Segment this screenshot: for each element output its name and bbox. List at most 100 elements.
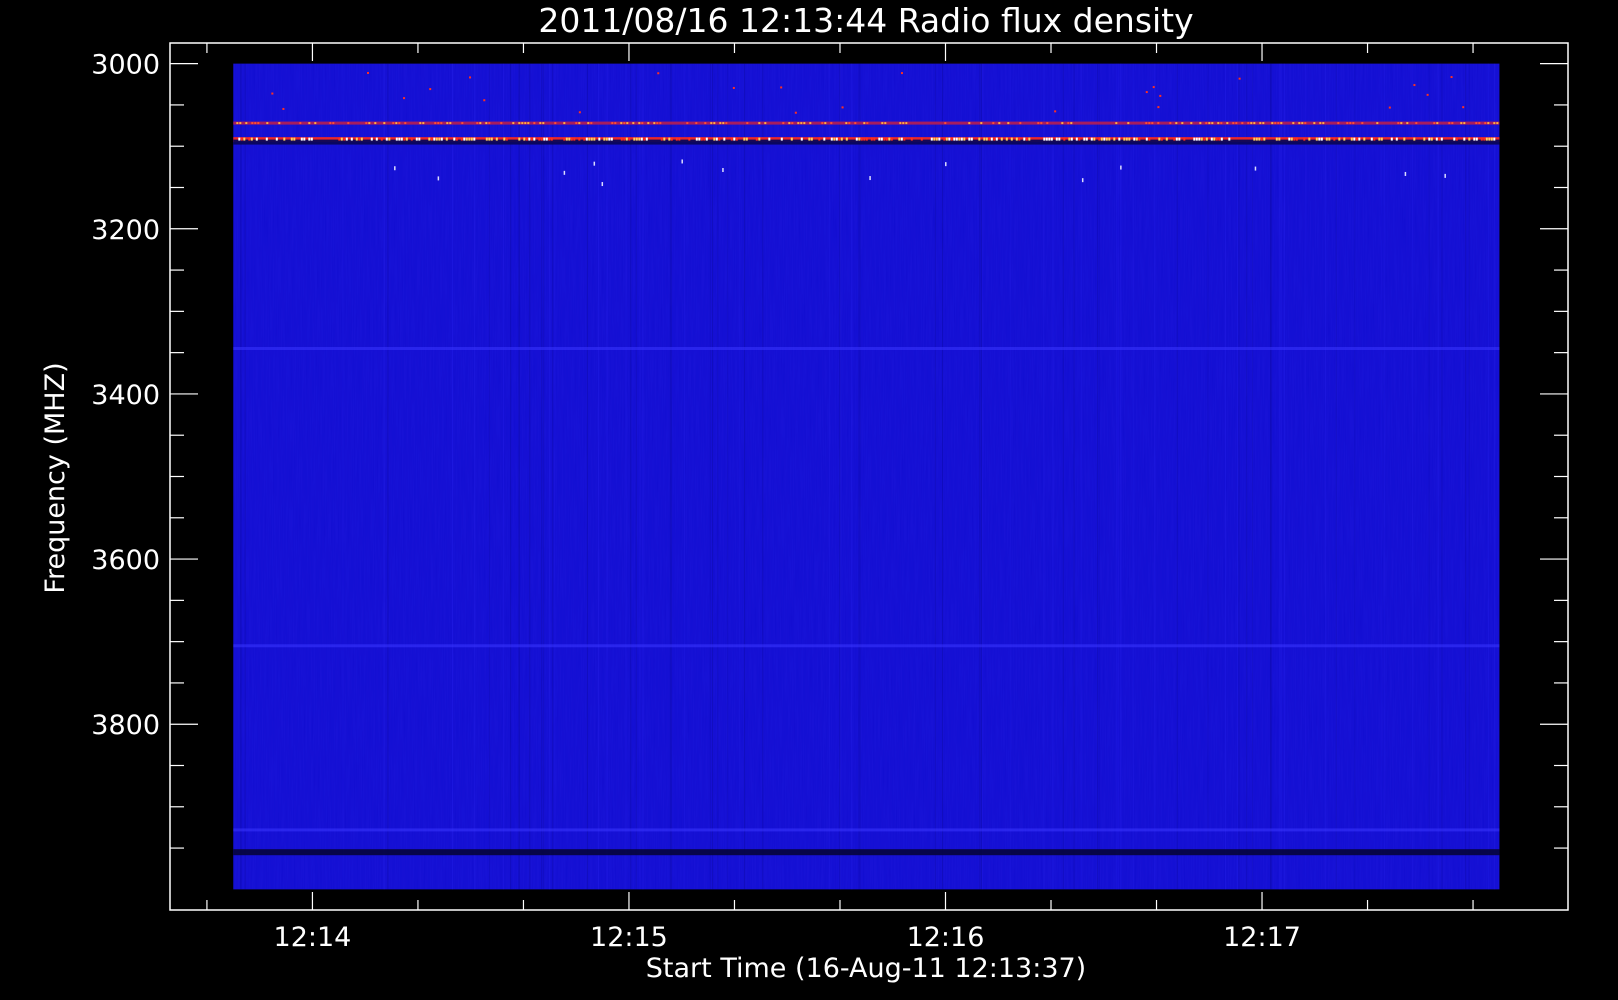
band-speckle	[1247, 122, 1250, 125]
band-speckle	[830, 137, 833, 141]
striation	[979, 63, 981, 890]
band-speckle	[863, 122, 866, 125]
band-speckle	[1218, 137, 1221, 141]
band-speckle	[248, 137, 251, 141]
band-speckle	[1343, 137, 1346, 141]
band-speckle	[1370, 137, 1373, 141]
band-speckle	[700, 137, 703, 141]
band-speckle	[524, 122, 527, 125]
striation	[1354, 63, 1356, 890]
band-speckle	[1226, 122, 1229, 125]
band-speckle	[266, 122, 269, 125]
band-speckle	[858, 137, 861, 141]
band-speckle	[449, 122, 452, 125]
striation	[488, 63, 490, 890]
band-speckle	[955, 137, 958, 141]
band-speckle	[1259, 122, 1262, 125]
band-speckle	[358, 137, 361, 141]
spike-dot	[271, 92, 274, 95]
band-speckle	[1440, 137, 1443, 141]
band-speckle	[791, 122, 794, 125]
band-speckle	[1378, 137, 1381, 141]
chart-title: 2011/08/16 12:13:44 Radio flux density	[538, 1, 1193, 40]
band-speckle	[803, 122, 806, 125]
band-speckle	[1213, 137, 1216, 141]
band-speckle	[533, 137, 536, 141]
band-speckle	[835, 137, 838, 141]
band-speckle	[1485, 137, 1488, 141]
striation	[642, 63, 644, 890]
band-speckle	[418, 137, 421, 141]
band-speckle	[1423, 137, 1426, 141]
band-speckle	[1007, 122, 1010, 125]
band-speckle	[746, 122, 749, 125]
band-speckle	[808, 137, 811, 141]
band-speckle	[663, 137, 666, 141]
band-speckle	[1275, 137, 1278, 141]
striation	[1380, 63, 1382, 890]
spectrogram-band	[233, 849, 1500, 856]
band-speckle	[933, 137, 936, 141]
band-speckle	[764, 122, 767, 125]
band-speckle	[400, 137, 403, 141]
spectrogram-image	[233, 63, 1500, 890]
band-speckle	[1135, 137, 1138, 141]
band-speckle	[1157, 122, 1160, 125]
striation	[709, 63, 711, 890]
band-speckle	[1028, 137, 1031, 141]
band-speckle	[1496, 122, 1499, 125]
band-speckle	[745, 137, 748, 141]
band-speckle	[678, 137, 681, 141]
band-speckle	[1108, 137, 1111, 141]
band-speckle	[943, 137, 946, 141]
band-speckle	[1390, 137, 1393, 141]
striation	[606, 63, 608, 890]
band-speckle	[290, 137, 293, 141]
striation	[1305, 63, 1307, 890]
band-speckle	[446, 122, 449, 125]
band-speckle	[530, 137, 533, 141]
band-speckle	[993, 137, 996, 141]
band-speckle	[953, 137, 956, 141]
band-speckle	[950, 137, 953, 141]
band-speckle	[488, 122, 491, 125]
band-speckle	[1045, 137, 1048, 141]
band-speckle	[1288, 137, 1291, 141]
spike-dot	[900, 72, 903, 75]
striation	[1238, 63, 1240, 890]
striation	[1437, 63, 1439, 890]
band-speckle	[970, 137, 973, 141]
band-speckle	[310, 137, 313, 141]
band-speckle	[1308, 137, 1311, 141]
spike-dot	[1238, 77, 1241, 80]
band-speckle	[625, 137, 628, 141]
striation	[739, 63, 741, 890]
band-speckle	[1475, 122, 1478, 125]
band-speckle	[473, 137, 476, 141]
band-speckle	[1127, 122, 1130, 125]
spike-dot	[1054, 110, 1057, 113]
band-speckle	[490, 137, 493, 141]
band-speckle	[1349, 122, 1352, 125]
band-speckle	[435, 137, 438, 141]
striation	[639, 63, 641, 890]
band-speckle	[1463, 122, 1466, 125]
band-speckle	[1448, 122, 1451, 125]
band-speckle	[628, 137, 631, 141]
band-speckle	[743, 137, 746, 141]
spike-dot	[780, 86, 783, 89]
band-speckle	[1488, 137, 1491, 141]
band-speckle	[1290, 137, 1293, 141]
band-speckle	[239, 122, 242, 125]
band-speckle	[930, 137, 933, 141]
band-speckle	[1277, 122, 1280, 125]
band-speckle	[1098, 137, 1101, 141]
striation	[1465, 63, 1467, 890]
band-speckle	[755, 137, 758, 141]
striation	[240, 63, 242, 890]
band-speckle	[240, 137, 243, 141]
band-speckle	[809, 122, 812, 125]
band-speckle	[719, 122, 722, 125]
band-speckle	[633, 137, 636, 141]
band-speckle	[485, 137, 488, 141]
